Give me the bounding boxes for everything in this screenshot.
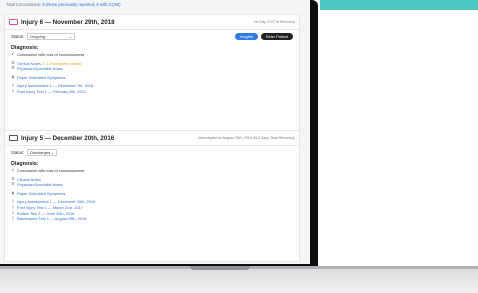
- refer-patient-button[interactable]: Refer Patient: [260, 33, 293, 40]
- laptop-notch: [190, 266, 250, 270]
- folder-icon: [9, 19, 18, 25]
- concussion-summary: Total Concussions: 8 (None previously re…: [0, 0, 310, 8]
- check-icon: ✔: [11, 168, 15, 172]
- chevron-down-icon: ⌄: [50, 150, 55, 155]
- diagnosis-heading: Diagnosis:: [11, 161, 39, 167]
- injury-6-title: Injury 6 — November 29th, 2018: [21, 18, 115, 26]
- list-icon: ☰: [11, 66, 15, 71]
- injury-5-title: Injury 5 — December 20th, 2016: [21, 134, 115, 142]
- injury-5-card: Injury 5 — December 20th, 2016 Discharge…: [4, 130, 300, 262]
- document-icon: ▯: [12, 88, 14, 93]
- injury-5-header[interactable]: Injury 5 — December 20th, 2016 Discharge…: [5, 131, 299, 146]
- injury-6-status-row: Status: Ongoing ⌄ Insights Refer Patient: [5, 30, 299, 43]
- status-select[interactable]: Discharged ⌄: [27, 149, 58, 156]
- refer-label: Refer Patient: [265, 34, 288, 39]
- summary-note: (None previously reported, 8 with CCMI): [45, 2, 121, 7]
- check-icon: ✔: [11, 52, 15, 56]
- test-link[interactable]: ▯ Blackhawks Test 1 — August 29th, 2018: [5, 216, 299, 222]
- bookmark-icon: ▮: [12, 74, 14, 79]
- chevron-down-icon: ⌄: [68, 34, 73, 39]
- injury-5-status-row: Status: Discharged ⌄: [5, 146, 299, 159]
- diagnosis-text: Concussion with loss of consciousness: [17, 168, 85, 173]
- test-label: Post Injury Test 1 — February 6th, 2023: [17, 88, 86, 94]
- diagnosis-heading: Diagnosis:: [11, 45, 39, 51]
- summary-count[interactable]: 8: [42, 2, 44, 7]
- physician-notes-label: Physician/Specialist Notes: [17, 182, 63, 188]
- status-label: Status:: [11, 150, 25, 155]
- insights-label: Insights: [239, 34, 253, 39]
- symptoms-label: Paper Submitted Symptoms: [17, 190, 66, 196]
- screen: Total Concussions: 8 (None previously re…: [0, 0, 310, 264]
- test-link[interactable]: ▯ Post Injury Test 1 — February 6th, 202…: [5, 89, 299, 95]
- test-label: Blackhawks Test 1 — August 29th, 2018: [17, 216, 87, 222]
- list-icon: ☰: [11, 182, 15, 187]
- status-value: Ongoing: [30, 34, 46, 39]
- injury-6-card: Injury 6 — November 29th, 2018 On Day 17…: [4, 14, 300, 134]
- symptoms-label: Paper Submitted Symptoms: [17, 74, 66, 80]
- physician-notes-label: Physician/Specialist Notes: [17, 66, 63, 72]
- injury-6-header[interactable]: Injury 6 — November 29th, 2018 On Day 17…: [5, 15, 299, 30]
- document-icon: ▯: [12, 216, 14, 221]
- injury-5-discharge: Discharged on August 29th, 2016 (613 Day…: [198, 136, 295, 140]
- injury-6-recovery-day: On Day 1727 of Recovery: [253, 20, 295, 24]
- folder-icon: [9, 135, 18, 141]
- summary-prefix: Total Concussions:: [6, 2, 42, 7]
- brand-band: [320, 0, 478, 10]
- diagnosis-text: Concussion with loss of consciousness: [17, 52, 85, 57]
- laptop-base: [0, 266, 478, 293]
- insights-button[interactable]: Insights: [234, 33, 258, 40]
- status-value: Discharged: [30, 150, 51, 155]
- status-select[interactable]: Ongoing ⌄: [27, 33, 76, 40]
- bookmark-icon: ▮: [12, 190, 14, 195]
- laptop-bezel: Total Concussions: 8 (None previously re…: [0, 0, 318, 268]
- status-label: Status:: [11, 34, 25, 39]
